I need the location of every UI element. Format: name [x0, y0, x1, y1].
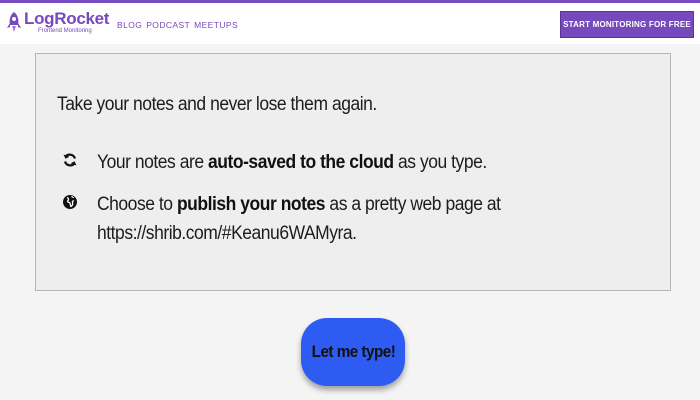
globe-icon: [63, 195, 77, 209]
page-divider: [0, 44, 700, 48]
feature-autosave: Your notes are auto-saved to the cloud a…: [62, 148, 521, 177]
feature-publish-url: https://shrib.com/#Keanu6WAMyra.: [97, 223, 357, 244]
info-card: Take your notes and never lose them agai…: [35, 53, 671, 291]
page: LogRocket Frontend Monitoring BLOG PODCA…: [0, 0, 700, 400]
start-monitoring-button[interactable]: START MONITORING FOR FREE: [560, 11, 694, 38]
nav-meetups-link[interactable]: MEETUPS: [194, 20, 238, 30]
feature-publish-before: Choose to: [97, 194, 177, 215]
top-navigation-bar: LogRocket Frontend Monitoring BLOG PODCA…: [0, 0, 700, 44]
feature-autosave-bold: auto-saved to the cloud: [208, 152, 394, 173]
feature-publish-line1: Choose to publish your notes as a pretty…: [97, 190, 501, 219]
feature-publish-text: Choose to publish your notes as a pretty…: [97, 190, 501, 248]
feature-publish: Choose to publish your notes as a pretty…: [62, 190, 536, 248]
logo-word: LogRocket: [24, 9, 110, 28]
logrocket-logo[interactable]: LogRocket Frontend Monitoring: [6, 10, 109, 40]
feature-publish-after: as a pretty web page at: [325, 194, 501, 215]
let-me-type-button[interactable]: Let me type!: [301, 318, 405, 386]
logo-wordmark: LogRocket Frontend Monitoring: [24, 10, 109, 34]
feature-autosave-before: Your notes are: [97, 152, 209, 173]
nav-blog-link[interactable]: BLOG: [117, 20, 142, 30]
card-heading: Take your notes and never lose them agai…: [57, 94, 377, 115]
logo-subtitle: Frontend Monitoring: [38, 28, 92, 34]
main-nav: BLOG PODCAST MEETUPS: [117, 20, 238, 30]
rocket-icon: [7, 12, 21, 32]
feature-autosave-after: as you type.: [393, 152, 487, 173]
nav-podcast-link[interactable]: PODCAST: [146, 20, 190, 30]
let-me-type-label: Let me type!: [311, 342, 395, 361]
feature-autosave-text: Your notes are auto-saved to the cloud a…: [97, 148, 487, 177]
refresh-icon: [63, 153, 77, 167]
feature-publish-bold: publish your notes: [176, 194, 326, 215]
